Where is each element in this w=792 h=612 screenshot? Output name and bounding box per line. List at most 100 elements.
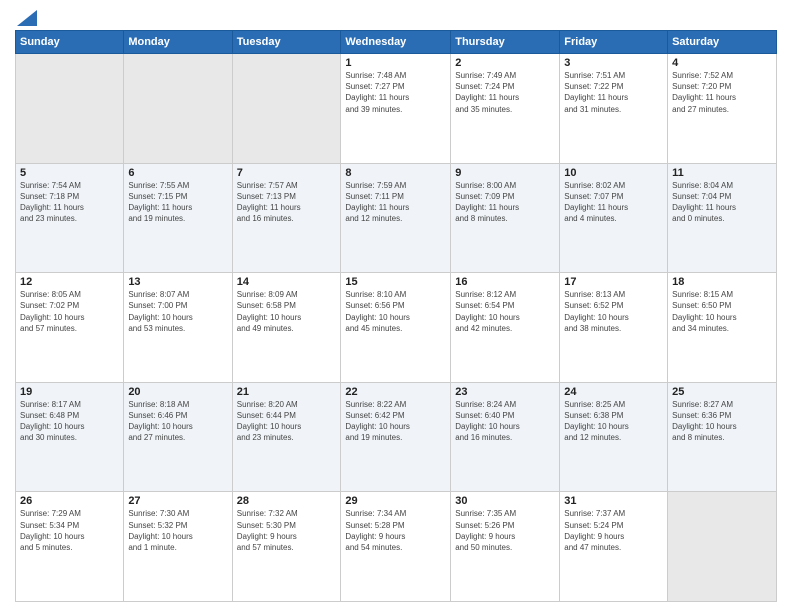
day-number: 3 [564, 57, 663, 69]
day-info: Sunrise: 8:00 AM Sunset: 7:09 PM Dayligh… [455, 180, 555, 225]
empty-cell [16, 54, 124, 164]
day-info: Sunrise: 8:10 AM Sunset: 6:56 PM Dayligh… [345, 289, 446, 334]
day-info: Sunrise: 8:17 AM Sunset: 6:48 PM Dayligh… [20, 399, 119, 444]
weekday-header-sunday: Sunday [16, 31, 124, 54]
day-info: Sunrise: 7:30 AM Sunset: 5:32 PM Dayligh… [128, 508, 227, 553]
calendar-day-cell: 18Sunrise: 8:15 AM Sunset: 6:50 PM Dayli… [668, 273, 777, 383]
day-info: Sunrise: 8:24 AM Sunset: 6:40 PM Dayligh… [455, 399, 555, 444]
day-info: Sunrise: 7:55 AM Sunset: 7:15 PM Dayligh… [128, 180, 227, 225]
day-number: 19 [20, 386, 119, 398]
calendar-day-cell: 28Sunrise: 7:32 AM Sunset: 5:30 PM Dayli… [232, 492, 341, 602]
day-info: Sunrise: 8:09 AM Sunset: 6:58 PM Dayligh… [237, 289, 337, 334]
calendar-day-cell: 1Sunrise: 7:48 AM Sunset: 7:27 PM Daylig… [341, 54, 451, 164]
weekday-header-monday: Monday [124, 31, 232, 54]
calendar-day-cell: 10Sunrise: 8:02 AM Sunset: 7:07 PM Dayli… [560, 163, 668, 273]
day-info: Sunrise: 8:07 AM Sunset: 7:00 PM Dayligh… [128, 289, 227, 334]
calendar-day-cell: 4Sunrise: 7:52 AM Sunset: 7:20 PM Daylig… [668, 54, 777, 164]
calendar-day-cell: 30Sunrise: 7:35 AM Sunset: 5:26 PM Dayli… [451, 492, 560, 602]
day-info: Sunrise: 8:12 AM Sunset: 6:54 PM Dayligh… [455, 289, 555, 334]
day-number: 4 [672, 57, 772, 69]
day-info: Sunrise: 8:13 AM Sunset: 6:52 PM Dayligh… [564, 289, 663, 334]
logo-icon [17, 10, 37, 26]
day-number: 12 [20, 276, 119, 288]
calendar-day-cell: 3Sunrise: 7:51 AM Sunset: 7:22 PM Daylig… [560, 54, 668, 164]
calendar-day-cell: 19Sunrise: 8:17 AM Sunset: 6:48 PM Dayli… [16, 382, 124, 492]
day-info: Sunrise: 7:49 AM Sunset: 7:24 PM Dayligh… [455, 70, 555, 115]
day-number: 16 [455, 276, 555, 288]
day-number: 5 [20, 167, 119, 179]
day-number: 29 [345, 495, 446, 507]
day-number: 2 [455, 57, 555, 69]
day-number: 17 [564, 276, 663, 288]
day-info: Sunrise: 8:20 AM Sunset: 6:44 PM Dayligh… [237, 399, 337, 444]
day-info: Sunrise: 7:57 AM Sunset: 7:13 PM Dayligh… [237, 180, 337, 225]
empty-cell [124, 54, 232, 164]
calendar-day-cell: 2Sunrise: 7:49 AM Sunset: 7:24 PM Daylig… [451, 54, 560, 164]
page: SundayMondayTuesdayWednesdayThursdayFrid… [0, 0, 792, 612]
calendar-day-cell: 15Sunrise: 8:10 AM Sunset: 6:56 PM Dayli… [341, 273, 451, 383]
day-info: Sunrise: 7:32 AM Sunset: 5:30 PM Dayligh… [237, 508, 337, 553]
calendar-day-cell: 9Sunrise: 8:00 AM Sunset: 7:09 PM Daylig… [451, 163, 560, 273]
day-number: 25 [672, 386, 772, 398]
calendar-week-row: 19Sunrise: 8:17 AM Sunset: 6:48 PM Dayli… [16, 382, 777, 492]
day-number: 6 [128, 167, 227, 179]
day-info: Sunrise: 7:51 AM Sunset: 7:22 PM Dayligh… [564, 70, 663, 115]
calendar-day-cell: 11Sunrise: 8:04 AM Sunset: 7:04 PM Dayli… [668, 163, 777, 273]
day-number: 11 [672, 167, 772, 179]
day-info: Sunrise: 8:25 AM Sunset: 6:38 PM Dayligh… [564, 399, 663, 444]
calendar-day-cell: 12Sunrise: 8:05 AM Sunset: 7:02 PM Dayli… [16, 273, 124, 383]
day-number: 23 [455, 386, 555, 398]
day-info: Sunrise: 8:18 AM Sunset: 6:46 PM Dayligh… [128, 399, 227, 444]
day-number: 27 [128, 495, 227, 507]
calendar-day-cell: 21Sunrise: 8:20 AM Sunset: 6:44 PM Dayli… [232, 382, 341, 492]
calendar-day-cell: 29Sunrise: 7:34 AM Sunset: 5:28 PM Dayli… [341, 492, 451, 602]
day-number: 31 [564, 495, 663, 507]
calendar-day-cell: 20Sunrise: 8:18 AM Sunset: 6:46 PM Dayli… [124, 382, 232, 492]
calendar-day-cell: 24Sunrise: 8:25 AM Sunset: 6:38 PM Dayli… [560, 382, 668, 492]
day-number: 13 [128, 276, 227, 288]
calendar-week-row: 1Sunrise: 7:48 AM Sunset: 7:27 PM Daylig… [16, 54, 777, 164]
day-number: 18 [672, 276, 772, 288]
day-number: 21 [237, 386, 337, 398]
day-info: Sunrise: 8:04 AM Sunset: 7:04 PM Dayligh… [672, 180, 772, 225]
calendar-week-row: 12Sunrise: 8:05 AM Sunset: 7:02 PM Dayli… [16, 273, 777, 383]
day-info: Sunrise: 7:29 AM Sunset: 5:34 PM Dayligh… [20, 508, 119, 553]
weekday-header-saturday: Saturday [668, 31, 777, 54]
day-info: Sunrise: 8:02 AM Sunset: 7:07 PM Dayligh… [564, 180, 663, 225]
day-info: Sunrise: 7:34 AM Sunset: 5:28 PM Dayligh… [345, 508, 446, 553]
day-info: Sunrise: 8:22 AM Sunset: 6:42 PM Dayligh… [345, 399, 446, 444]
day-info: Sunrise: 7:52 AM Sunset: 7:20 PM Dayligh… [672, 70, 772, 115]
day-info: Sunrise: 7:35 AM Sunset: 5:26 PM Dayligh… [455, 508, 555, 553]
day-number: 1 [345, 57, 446, 69]
calendar-day-cell: 6Sunrise: 7:55 AM Sunset: 7:15 PM Daylig… [124, 163, 232, 273]
day-info: Sunrise: 7:59 AM Sunset: 7:11 PM Dayligh… [345, 180, 446, 225]
day-info: Sunrise: 8:15 AM Sunset: 6:50 PM Dayligh… [672, 289, 772, 334]
calendar-week-row: 26Sunrise: 7:29 AM Sunset: 5:34 PM Dayli… [16, 492, 777, 602]
day-info: Sunrise: 8:27 AM Sunset: 6:36 PM Dayligh… [672, 399, 772, 444]
header [15, 10, 777, 22]
day-number: 9 [455, 167, 555, 179]
day-number: 20 [128, 386, 227, 398]
day-number: 26 [20, 495, 119, 507]
calendar-day-cell: 27Sunrise: 7:30 AM Sunset: 5:32 PM Dayli… [124, 492, 232, 602]
weekday-header-wednesday: Wednesday [341, 31, 451, 54]
day-number: 8 [345, 167, 446, 179]
day-number: 22 [345, 386, 446, 398]
empty-cell [232, 54, 341, 164]
weekday-header-thursday: Thursday [451, 31, 560, 54]
day-info: Sunrise: 7:37 AM Sunset: 5:24 PM Dayligh… [564, 508, 663, 553]
day-info: Sunrise: 7:54 AM Sunset: 7:18 PM Dayligh… [20, 180, 119, 225]
weekday-header-tuesday: Tuesday [232, 31, 341, 54]
day-number: 24 [564, 386, 663, 398]
day-info: Sunrise: 8:05 AM Sunset: 7:02 PM Dayligh… [20, 289, 119, 334]
calendar-day-cell: 31Sunrise: 7:37 AM Sunset: 5:24 PM Dayli… [560, 492, 668, 602]
day-number: 30 [455, 495, 555, 507]
day-info: Sunrise: 7:48 AM Sunset: 7:27 PM Dayligh… [345, 70, 446, 115]
calendar-day-cell: 16Sunrise: 8:12 AM Sunset: 6:54 PM Dayli… [451, 273, 560, 383]
calendar-week-row: 5Sunrise: 7:54 AM Sunset: 7:18 PM Daylig… [16, 163, 777, 273]
empty-cell [668, 492, 777, 602]
day-number: 10 [564, 167, 663, 179]
calendar-day-cell: 25Sunrise: 8:27 AM Sunset: 6:36 PM Dayli… [668, 382, 777, 492]
day-number: 7 [237, 167, 337, 179]
day-number: 14 [237, 276, 337, 288]
